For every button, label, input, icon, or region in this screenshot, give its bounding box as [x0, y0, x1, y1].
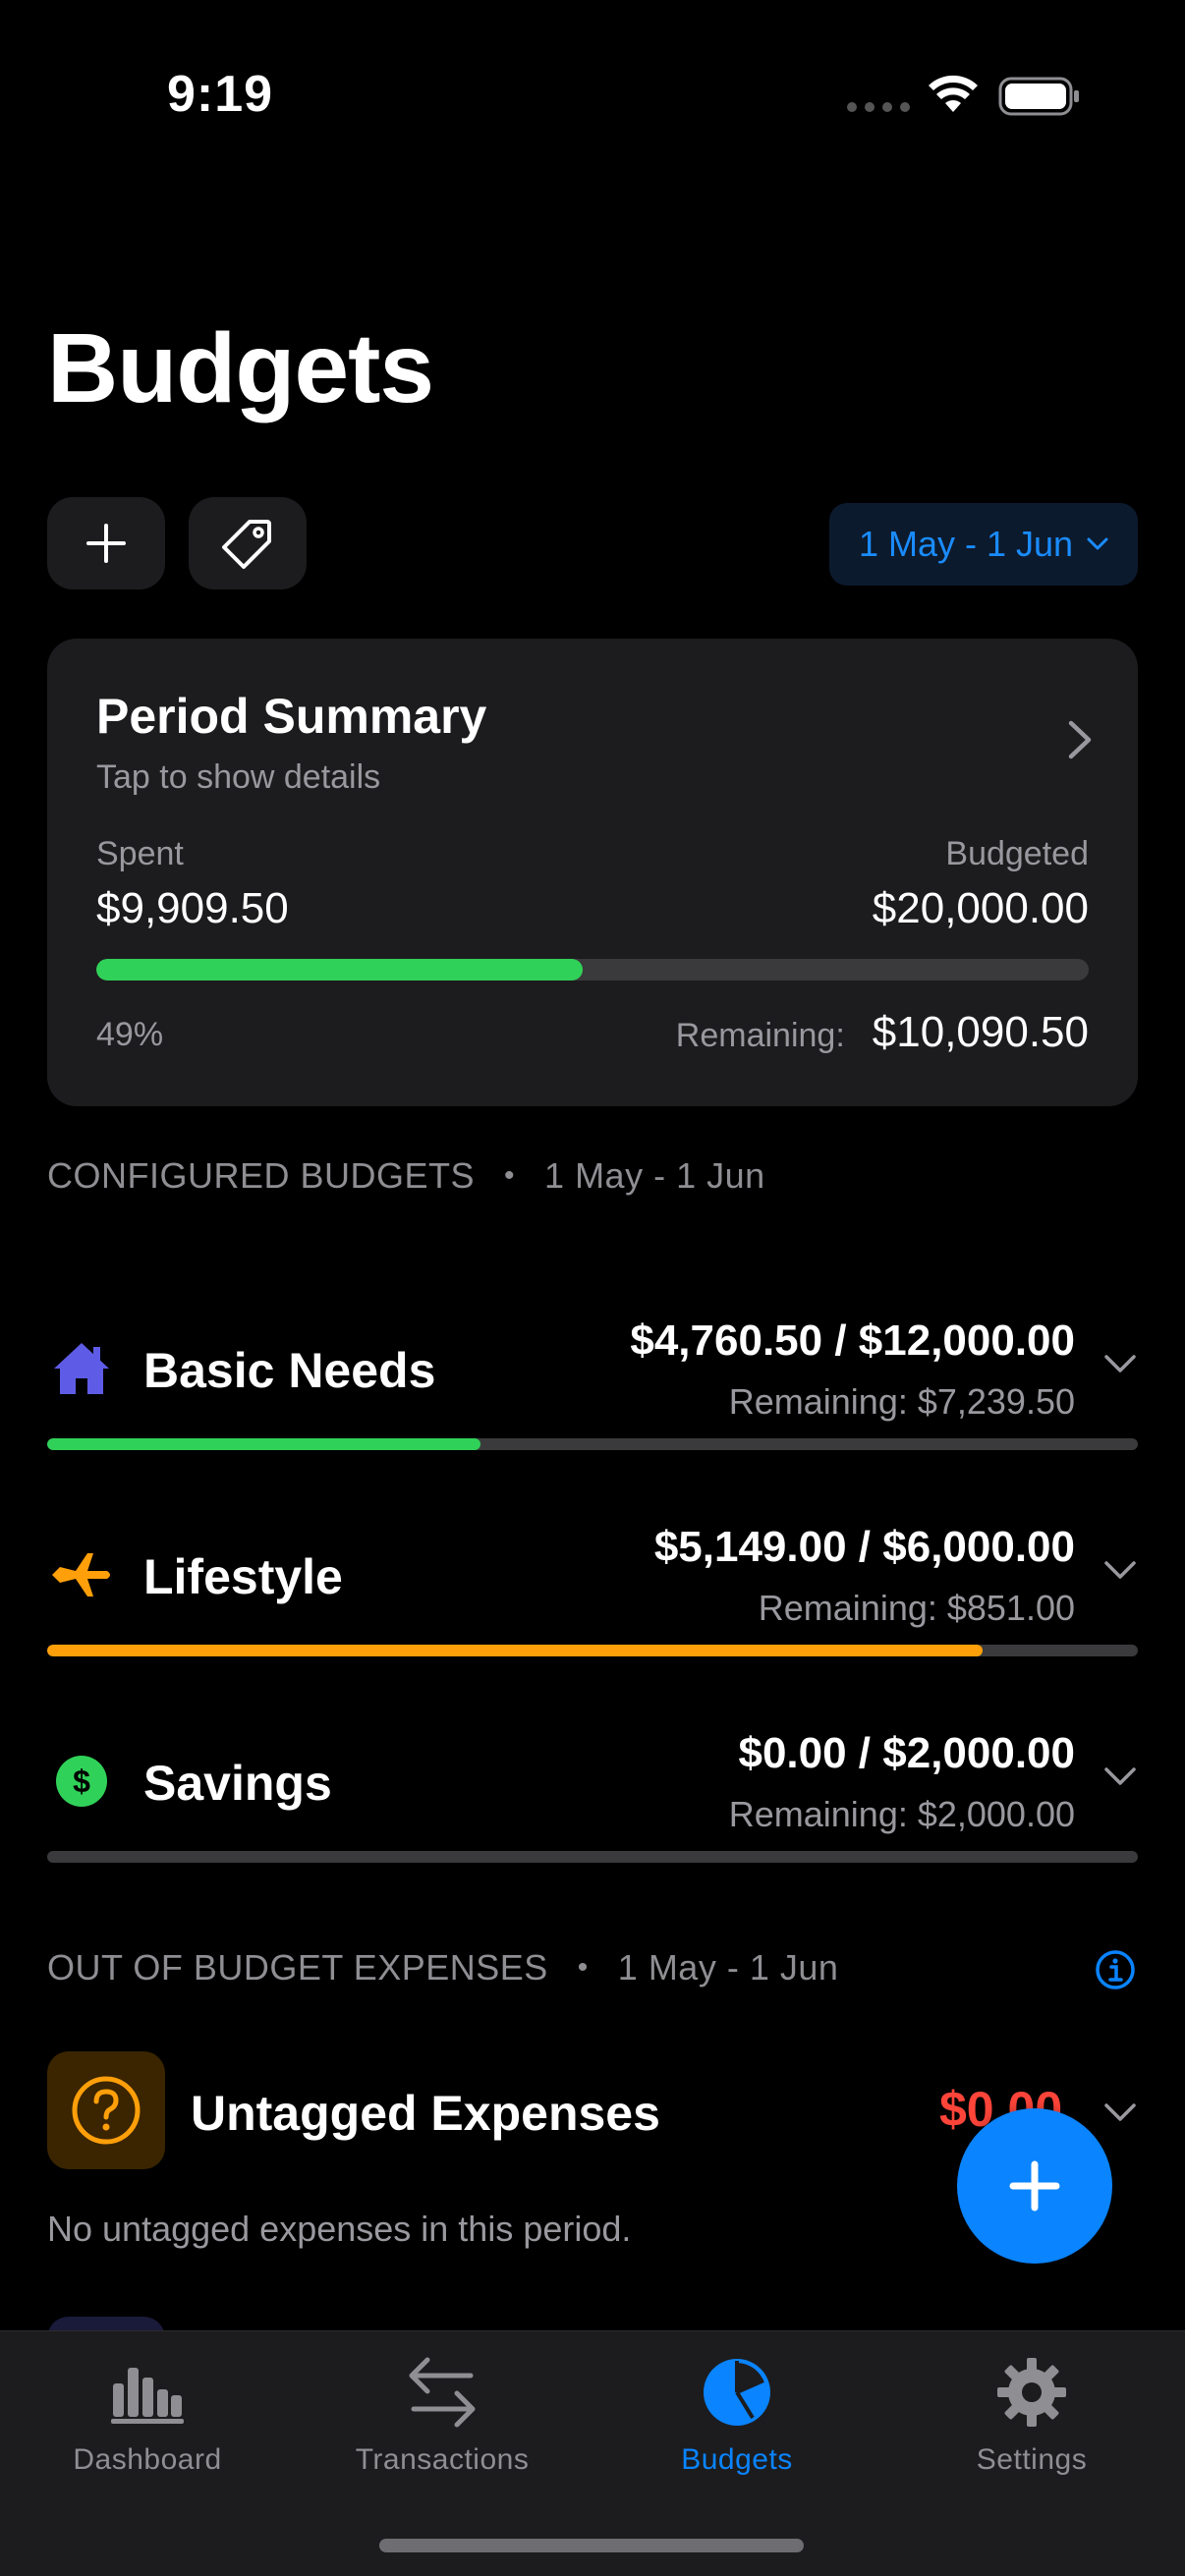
tab-budgets[interactable]: Budgets	[590, 2331, 884, 2489]
tab-dashboard[interactable]: Dashboard	[0, 2331, 295, 2489]
house-icon	[47, 1334, 116, 1403]
budget-amount: $4,760.50 / $12,000.00	[630, 1316, 1075, 1365]
gear-icon	[988, 2351, 1076, 2434]
budget-progress-bar	[47, 1438, 1138, 1450]
cellular-signal-icon	[847, 102, 910, 112]
budget-amount: $0.00 / $2,000.00	[738, 1729, 1075, 1777]
page-title: Budgets	[47, 313, 434, 423]
chevron-down-icon[interactable]	[1102, 1352, 1138, 1375]
chevron-right-icon	[1068, 720, 1092, 759]
plus-icon	[1009, 2160, 1060, 2212]
budget-remaining: Remaining: $851.00	[758, 1588, 1075, 1628]
budget-name: Lifestyle	[143, 1549, 343, 1604]
budget-remaining: Remaining: $2,000.00	[728, 1794, 1075, 1834]
tab-label: Settings	[976, 2443, 1088, 2476]
tab-label: Budgets	[681, 2443, 793, 2476]
configured-budgets-period: 1 May - 1 Jun	[544, 1155, 765, 1196]
budget-row-basic-needs[interactable]: Basic Needs $4,760.50 / $12,000.00 Remai…	[47, 1299, 1138, 1505]
dollar-circle-icon: $	[47, 1747, 116, 1816]
chevron-down-icon[interactable]	[1102, 1764, 1138, 1788]
summary-title: Period Summary	[96, 689, 487, 744]
status-bar: 9:19	[0, 0, 1185, 167]
budget-name: Basic Needs	[143, 1343, 436, 1398]
tags-button[interactable]	[189, 497, 307, 589]
remaining-label: Remaining:	[675, 1017, 845, 1054]
budget-progress-bar	[47, 1851, 1138, 1863]
plus-icon	[86, 524, 126, 563]
summary-progress-fill	[96, 959, 583, 980]
separator-dot: •	[504, 1159, 516, 1192]
tab-label: Dashboard	[73, 2443, 222, 2476]
budget-amount: $5,149.00 / $6,000.00	[653, 1523, 1075, 1571]
out-of-budget-title: OUT OF BUDGET EXPENSES	[47, 1947, 548, 1988]
budget-row-lifestyle[interactable]: Lifestyle $5,149.00 / $6,000.00 Remainin…	[47, 1505, 1138, 1711]
wifi-icon	[929, 75, 978, 112]
tab-label: Transactions	[355, 2443, 530, 2476]
untagged-expenses-title: Untagged Expenses	[191, 2086, 660, 2141]
out-of-budget-header: OUT OF BUDGET EXPENSES • 1 May - 1 Jun	[47, 1947, 838, 1988]
chevron-down-icon	[1087, 537, 1108, 550]
question-circle-icon	[47, 2051, 165, 2169]
budgeted-label: Budgeted	[945, 835, 1089, 872]
summary-remaining: Remaining: $10,090.50	[676, 1008, 1089, 1057]
tab-settings[interactable]: Settings	[884, 2331, 1179, 2489]
chevron-down-icon[interactable]	[1102, 1558, 1138, 1582]
chevron-down-icon[interactable]	[1102, 2100, 1138, 2124]
tag-icon	[222, 520, 271, 569]
budgeted-value: $20,000.00	[872, 884, 1089, 932]
period-selector-label: 1 May - 1 Jun	[858, 524, 1074, 564]
budget-name: Savings	[143, 1756, 332, 1811]
pie-chart-icon	[693, 2351, 781, 2434]
add-budget-button[interactable]	[47, 497, 165, 589]
untagged-empty-message: No untagged expenses in this period.	[47, 2209, 632, 2249]
out-of-budget-period: 1 May - 1 Jun	[617, 1947, 839, 1988]
summary-subtitle: Tap to show details	[96, 758, 381, 796]
separator-dot: •	[577, 1951, 589, 1984]
tab-transactions[interactable]: Transactions	[295, 2331, 590, 2489]
airplane-icon	[47, 1540, 116, 1609]
budget-progress-fill	[47, 1645, 984, 1656]
spent-value: $9,909.50	[96, 884, 289, 932]
summary-percent: 49%	[96, 1016, 164, 1053]
budget-progress-bar	[47, 1645, 1138, 1656]
info-icon[interactable]	[1095, 1949, 1136, 1990]
home-indicator	[379, 2539, 804, 2552]
svg-text:$: $	[73, 1764, 90, 1799]
remaining-value: $10,090.50	[872, 1008, 1089, 1056]
battery-icon	[998, 77, 1079, 116]
budget-remaining: Remaining: $7,239.50	[728, 1381, 1075, 1422]
configured-budgets-title: CONFIGURED BUDGETS	[47, 1155, 476, 1196]
bar-chart-icon	[103, 2351, 192, 2434]
period-selector[interactable]: 1 May - 1 Jun	[829, 503, 1138, 586]
arrows-swap-icon	[398, 2351, 486, 2434]
status-time: 9:19	[167, 66, 274, 123]
budget-progress-fill	[47, 1438, 480, 1450]
spent-label: Spent	[96, 835, 184, 872]
budget-row-savings[interactable]: $ Savings $0.00 / $2,000.00 Remaining: $…	[47, 1711, 1138, 1918]
configured-budgets-header: CONFIGURED BUDGETS • 1 May - 1 Jun	[47, 1155, 765, 1197]
add-transaction-fab[interactable]	[957, 2108, 1112, 2264]
period-summary-card[interactable]: Period Summary Tap to show details Spent…	[47, 639, 1138, 1106]
summary-progress-bar	[96, 959, 1089, 980]
